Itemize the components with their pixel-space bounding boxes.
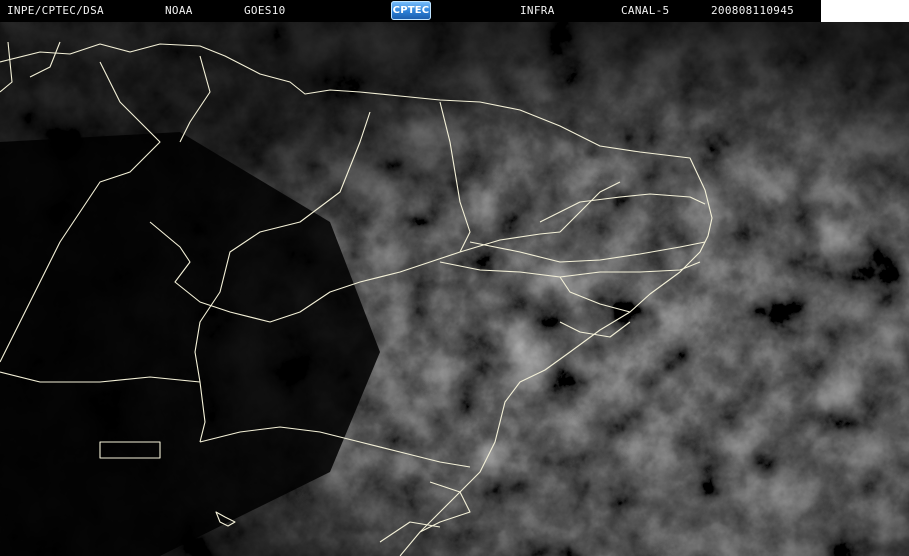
satellite-image-view: INPE/CPTEC/DSA NOAA GOES10 CPTEC INFRA C… [0,0,909,556]
timestamp-label: 200808110945 [711,4,795,17]
header-blank-area [821,0,909,22]
band-label: INFRA [520,4,555,17]
channel-label: CANAL-5 [621,4,670,17]
cptec-logo: CPTEC [391,1,431,20]
source-label: INPE/CPTEC/DSA [7,4,104,17]
satellite-label: GOES10 [244,4,286,17]
image-header-bar: INPE/CPTEC/DSA NOAA GOES10 CPTEC INFRA C… [0,0,821,22]
agency-label: NOAA [165,4,193,17]
infrared-cloud-imagery [0,22,909,556]
cloud-texture [0,22,909,556]
